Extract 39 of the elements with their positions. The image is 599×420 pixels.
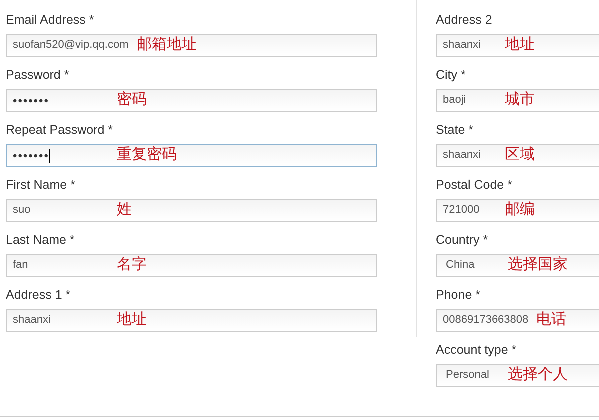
input-field[interactable]: baoji 城市 — [436, 89, 599, 112]
field-label: Account type * — [436, 343, 518, 359]
annotation-text: 区域 — [505, 145, 535, 166]
annotation-text: 姓 — [117, 200, 132, 220]
annotation-text: 密码 — [117, 90, 147, 110]
annotation-text: 邮编 — [505, 200, 535, 220]
annotation-text: 重复密码 — [117, 145, 177, 166]
annotation-text: 电话 — [536, 310, 567, 330]
input-field[interactable]: shaanxi 地址 — [436, 34, 599, 57]
field-label: Country * — [436, 233, 490, 249]
select-field[interactable]: China 选择国家 — [436, 254, 599, 277]
annotation-text: 选择国家 — [508, 255, 568, 276]
field-label: Password * — [6, 68, 70, 84]
field-label: Repeat Password * — [6, 123, 114, 139]
field-label: Phone * — [436, 288, 482, 304]
field-label: City * — [436, 68, 467, 84]
annotation-text: 选择个人 — [508, 365, 568, 386]
input-field[interactable]: 00869173663808 电话 — [436, 309, 599, 332]
password-field[interactable]: ••••••• 重复密码 — [6, 144, 377, 167]
field-label: Email Address * — [6, 13, 96, 29]
input-field[interactable]: 721000 邮编 — [436, 199, 599, 222]
input-field[interactable]: shaanxi 地址 — [6, 309, 377, 332]
annotation-text: 城市 — [505, 90, 535, 110]
input-field[interactable]: shaanxi 区域 — [436, 144, 599, 167]
annotation-text: 地址 — [117, 310, 147, 330]
input-field[interactable]: suo 姓 — [6, 199, 377, 222]
field-label: First Name * — [6, 178, 76, 194]
field-label: Last Name * — [6, 233, 76, 249]
select-field[interactable]: Personal 选择个人 — [436, 364, 599, 387]
annotation-text: 地址 — [505, 35, 535, 56]
annotation-text: 邮箱地址 — [136, 35, 197, 56]
field-label: Address 2 — [436, 13, 494, 29]
annotation-text: 名字 — [117, 255, 147, 276]
field-label: State * — [436, 123, 475, 139]
field-label: Postal Code * — [436, 178, 514, 194]
input-field[interactable]: suofan520@vip.qq.com 邮箱地址 — [6, 34, 377, 57]
password-field[interactable]: ••••••• 密码 — [6, 89, 377, 112]
input-field[interactable]: fan 名字 — [6, 254, 377, 277]
field-label: Address 1 * — [6, 288, 72, 304]
